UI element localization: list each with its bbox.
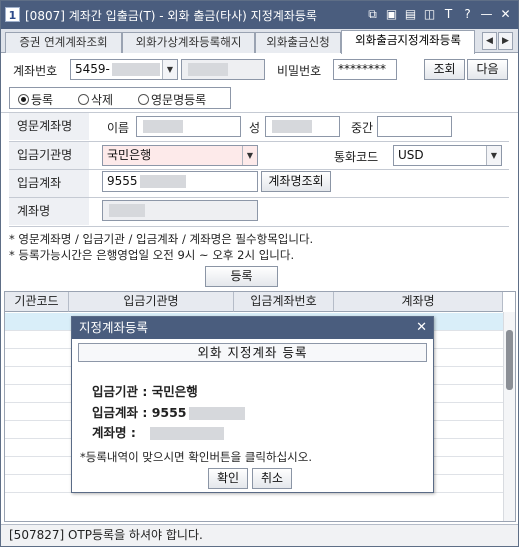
- dialog-close-icon[interactable]: ✕: [416, 317, 427, 339]
- currency-value: USD: [398, 148, 424, 162]
- password-label: 비밀번호: [277, 64, 322, 78]
- radio-empty-icon: [78, 94, 89, 105]
- grid-scrollbar-thumb[interactable]: [506, 330, 513, 390]
- next-button[interactable]: 다음: [467, 59, 508, 80]
- screen-icon[interactable]: ▣: [383, 6, 400, 23]
- window-title: [0807] 계좌간 입출금(T) - 외화 출금(타사) 지정계좌등록: [25, 9, 317, 23]
- currency-select[interactable]: USD ▼: [393, 145, 502, 166]
- main-window: 1 [0807] 계좌간 입출금(T) - 외화 출금(타사) 지정계좌등록 ⧉…: [0, 0, 519, 547]
- tab-virtual-account-cancel[interactable]: 외화가상계좌등록해지: [122, 32, 255, 53]
- deposit-account-value: 9555: [107, 174, 138, 188]
- register-button[interactable]: 등록: [205, 266, 278, 287]
- dialog-name-text: 계좌명 :: [92, 425, 136, 440]
- masked-account-name: [109, 204, 145, 217]
- tab-fx-withdrawal-request[interactable]: 외화출금신청: [255, 32, 341, 53]
- tab-fx-designated-account[interactable]: 외화출금지정계좌등록: [341, 30, 475, 54]
- registration-hours-note: * 등록가능시간은 은행영업일 오전 9시 ~ 오후 2시 입니다.: [9, 248, 295, 262]
- masked-deposit-digits: [139, 175, 186, 188]
- masked-dialog-name: [149, 427, 224, 440]
- radio-register[interactable]: 등록: [18, 91, 53, 108]
- bank-dropdown-icon[interactable]: ▼: [242, 146, 257, 165]
- dialog-account-text: 입금계좌 : 9555: [92, 405, 187, 420]
- status-bar: [507827] OTP등록을 하셔야 합니다.: [1, 524, 518, 546]
- bank-select[interactable]: 국민은행 ▼: [102, 145, 258, 166]
- title-bar: 1 [0807] 계좌간 입출금(T) - 외화 출금(타사) 지정계좌등록 ⧉…: [1, 1, 518, 29]
- account-owner-field: [181, 59, 265, 80]
- query-button[interactable]: 조회: [424, 59, 465, 80]
- masked-account-digits: [111, 63, 160, 76]
- font-size-icon[interactable]: T: [440, 6, 457, 23]
- account-name-label: 계좌명: [9, 198, 89, 225]
- link-window-icon[interactable]: ⧉: [364, 6, 381, 23]
- mode-radio-group: 등록 삭제 영문명등록: [9, 87, 231, 109]
- list-icon[interactable]: ▤: [402, 6, 419, 23]
- bank-value: 국민은행: [107, 148, 152, 162]
- radio-empty-icon: [138, 94, 149, 105]
- account-number-value: 5459-: [75, 62, 110, 76]
- account-name-field: [102, 200, 258, 221]
- deposit-account-field[interactable]: 9555: [102, 171, 258, 192]
- masked-last-name: [272, 120, 312, 133]
- middle-name-label: 중간: [351, 121, 374, 135]
- first-name-label: 이름: [107, 121, 130, 135]
- radio-english-name-label: 영문명등록: [151, 93, 207, 107]
- tab-prev-icon[interactable]: ◀: [482, 32, 497, 50]
- first-name-field[interactable]: [136, 116, 241, 137]
- dialog-cancel-button[interactable]: 취소: [252, 468, 292, 489]
- account-number-label: 계좌번호: [13, 64, 58, 78]
- dialog-name-line: 계좌명 :: [92, 422, 224, 441]
- account-dropdown-icon[interactable]: ▼: [162, 60, 177, 79]
- radio-selected-icon: [18, 94, 29, 105]
- tab-bar: 증권 연계계좌조회 외화가상계좌등록해지 외화출금신청 외화출금지정계좌등록 ◀…: [1, 29, 518, 54]
- app-number-badge[interactable]: 1: [5, 7, 20, 22]
- account-number-field[interactable]: 5459- ▼: [70, 59, 178, 80]
- password-field[interactable]: ********: [333, 59, 397, 80]
- dialog-account-line: 입금계좌 : 9555: [92, 402, 245, 421]
- radio-register-label: 등록: [31, 93, 54, 107]
- masked-dialog-account-digits: [188, 407, 245, 420]
- column-header-bank-code[interactable]: 기관코드: [5, 292, 69, 312]
- tab-linked-account-query[interactable]: 증권 연계계좌조회: [5, 32, 122, 53]
- designated-account-dialog: 지정계좌등록 ✕ 외화 지정계좌 등록 입금기관 : 국민은행 입금계좌 : 9…: [71, 316, 434, 493]
- deposit-account-label: 입금계좌: [9, 170, 89, 197]
- account-name-query-button[interactable]: 계좌명조회: [261, 171, 331, 192]
- radio-delete[interactable]: 삭제: [78, 91, 113, 108]
- currency-label: 통화코드: [334, 150, 379, 164]
- tab-next-icon[interactable]: ▶: [498, 32, 513, 50]
- radio-delete-label: 삭제: [91, 93, 114, 107]
- divider: [9, 226, 509, 227]
- last-name-label: 성: [249, 121, 261, 135]
- dialog-confirm-note: *등록내역이 맞으시면 확인버튼을 클릭하십시오.: [80, 450, 312, 464]
- column-header-account-number[interactable]: 입금계좌번호: [234, 292, 334, 312]
- column-header-account-name[interactable]: 계좌명: [334, 292, 503, 312]
- masked-owner-name: [188, 63, 228, 76]
- column-header-bank-name[interactable]: 입금기관명: [69, 292, 234, 312]
- currency-dropdown-icon[interactable]: ▼: [486, 146, 501, 165]
- required-fields-note: * 영문계좌명 / 입금기관 / 입금계좌 / 계좌명은 필수항목입니다.: [9, 232, 314, 246]
- dialog-confirm-button[interactable]: 확인: [208, 468, 248, 489]
- bank-label: 입금기관명: [9, 142, 89, 169]
- layout-icon[interactable]: ◫: [421, 6, 438, 23]
- english-name-label: 영문계좌명: [9, 113, 89, 140]
- last-name-field[interactable]: [265, 116, 340, 137]
- radio-english-name[interactable]: 영문명등록: [138, 91, 206, 108]
- dialog-title: 지정계좌등록: [72, 317, 433, 339]
- minimize-icon[interactable]: —: [478, 6, 495, 23]
- middle-name-field[interactable]: [377, 116, 452, 137]
- masked-first-name: [143, 120, 183, 133]
- close-icon[interactable]: ✕: [497, 6, 514, 23]
- help-icon[interactable]: ?: [459, 6, 476, 23]
- dialog-bank-line: 입금기관 : 국민은행: [92, 384, 198, 399]
- dialog-header: 외화 지정계좌 등록: [78, 343, 427, 362]
